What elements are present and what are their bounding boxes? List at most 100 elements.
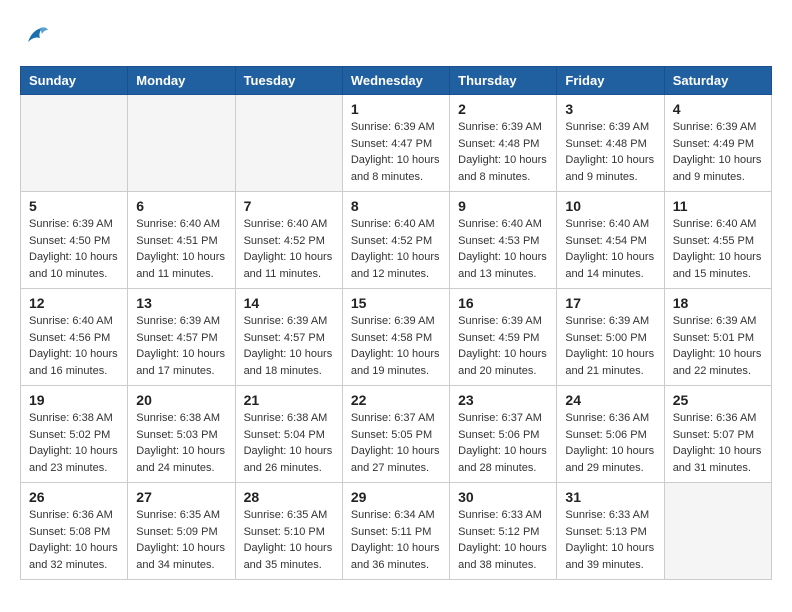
- day-number: 16: [458, 295, 548, 311]
- day-info: Sunrise: 6:40 AM Sunset: 4:56 PM Dayligh…: [29, 313, 119, 379]
- calendar-header-row: SundayMondayTuesdayWednesdayThursdayFrid…: [21, 67, 772, 95]
- day-number: 19: [29, 392, 119, 408]
- calendar-cell: 25Sunrise: 6:36 AM Sunset: 5:07 PM Dayli…: [664, 386, 771, 483]
- calendar-cell: 9Sunrise: 6:40 AM Sunset: 4:53 PM Daylig…: [450, 192, 557, 289]
- day-number: 12: [29, 295, 119, 311]
- day-info: Sunrise: 6:40 AM Sunset: 4:52 PM Dayligh…: [351, 216, 441, 282]
- day-info: Sunrise: 6:35 AM Sunset: 5:09 PM Dayligh…: [136, 507, 226, 573]
- day-info: Sunrise: 6:35 AM Sunset: 5:10 PM Dayligh…: [244, 507, 334, 573]
- day-info: Sunrise: 6:39 AM Sunset: 4:47 PM Dayligh…: [351, 119, 441, 185]
- day-number: 8: [351, 198, 441, 214]
- day-number: 10: [565, 198, 655, 214]
- day-number: 26: [29, 489, 119, 505]
- calendar-cell: 12 Sunrise: 6:40 AM Sunset: 4:56 PM Dayli…: [21, 289, 128, 386]
- calendar-cell: 6 Sunrise: 6:40 AM Sunset: 4:51 PM Daylig…: [128, 192, 235, 289]
- column-header-sunday: Sunday: [21, 67, 128, 95]
- day-number: 3: [565, 101, 655, 117]
- day-info: Sunrise: 6:39 AM Sunset: 5:00 PM Dayligh…: [565, 313, 655, 379]
- calendar-week-5: 26 Sunrise: 6:36 AM Sunset: 5:08 PM Dayli…: [21, 483, 772, 580]
- day-info: Sunrise: 6:39 AM Sunset: 4:57 PM Dayligh…: [244, 313, 334, 379]
- calendar-cell: 2 Sunrise: 6:39 AM Sunset: 4:48 PM Daylig…: [450, 95, 557, 192]
- day-info: Sunrise: 6:39 AM Sunset: 4:48 PM Dayligh…: [565, 119, 655, 185]
- calendar-cell: 16 Sunrise: 6:39 AM Sunset: 4:59 PM Dayli…: [450, 289, 557, 386]
- calendar-cell: 8 Sunrise: 6:40 AM Sunset: 4:52 PM Daylig…: [342, 192, 449, 289]
- calendar-cell: 15 Sunrise: 6:39 AM Sunset: 4:58 PM Dayli…: [342, 289, 449, 386]
- column-header-tuesday: Tuesday: [235, 67, 342, 95]
- day-number: 11: [673, 198, 763, 214]
- day-info: Sunrise: 6:39 AM Sunset: 4:58 PM Dayligh…: [351, 313, 441, 379]
- column-header-saturday: Saturday: [664, 67, 771, 95]
- day-number: 29: [351, 489, 441, 505]
- day-number: 17: [565, 295, 655, 311]
- calendar-cell: 11 Sunrise: 6:40 AM Sunset: 4:55 PM Dayli…: [664, 192, 771, 289]
- calendar-cell: 26 Sunrise: 6:36 AM Sunset: 5:08 PM Dayli…: [21, 483, 128, 580]
- day-number: 14: [244, 295, 334, 311]
- calendar-cell: 30 Sunrise: 6:33 AM Sunset: 5:12 PM Dayli…: [450, 483, 557, 580]
- calendar-cell: [664, 483, 771, 580]
- calendar-cell: 24 Sunrise: 6:36 AM Sunset: 5:06 PM Dayli…: [557, 386, 664, 483]
- day-info: Sunrise: 6:37 AM Sunset: 5:06 PM Dayligh…: [458, 410, 548, 476]
- column-header-monday: Monday: [128, 67, 235, 95]
- day-info: Sunrise: 6:40 AM Sunset: 4:53 PM Dayligh…: [458, 216, 548, 282]
- day-number: 7: [244, 198, 334, 214]
- column-header-friday: Friday: [557, 67, 664, 95]
- calendar-cell: [235, 95, 342, 192]
- day-number: 5: [29, 198, 119, 214]
- column-header-thursday: Thursday: [450, 67, 557, 95]
- day-info: Sunrise: 6:39 AM Sunset: 5:01 PM Dayligh…: [673, 313, 763, 379]
- calendar-cell: 13 Sunrise: 6:39 AM Sunset: 4:57 PM Dayli…: [128, 289, 235, 386]
- day-number: 28: [244, 489, 334, 505]
- calendar-cell: 20 Sunrise: 6:38 AM Sunset: 5:03 PM Dayli…: [128, 386, 235, 483]
- day-number: 24: [565, 392, 655, 408]
- day-number: 15: [351, 295, 441, 311]
- calendar-cell: 1 Sunrise: 6:39 AM Sunset: 4:47 PM Daylig…: [342, 95, 449, 192]
- day-number: 18: [673, 295, 763, 311]
- day-info: Sunrise: 6:39 AM Sunset: 4:57 PM Dayligh…: [136, 313, 226, 379]
- day-number: 4: [673, 101, 763, 117]
- calendar-cell: 27Sunrise: 6:35 AM Sunset: 5:09 PM Dayli…: [128, 483, 235, 580]
- calendar-week-1: 1 Sunrise: 6:39 AM Sunset: 4:47 PM Daylig…: [21, 95, 772, 192]
- day-info: Sunrise: 6:38 AM Sunset: 5:03 PM Dayligh…: [136, 410, 226, 476]
- day-info: Sunrise: 6:38 AM Sunset: 5:04 PM Dayligh…: [244, 410, 334, 476]
- day-info: Sunrise: 6:33 AM Sunset: 5:12 PM Dayligh…: [458, 507, 548, 573]
- calendar-cell: [21, 95, 128, 192]
- calendar-cell: 5 Sunrise: 6:39 AM Sunset: 4:50 PM Daylig…: [21, 192, 128, 289]
- day-number: 20: [136, 392, 226, 408]
- day-info: Sunrise: 6:39 AM Sunset: 4:50 PM Dayligh…: [29, 216, 119, 282]
- day-number: 23: [458, 392, 548, 408]
- calendar-cell: 28 Sunrise: 6:35 AM Sunset: 5:10 PM Dayli…: [235, 483, 342, 580]
- day-info: Sunrise: 6:33 AM Sunset: 5:13 PM Dayligh…: [565, 507, 655, 573]
- page-header: [20, 20, 772, 50]
- calendar-cell: 29Sunrise: 6:34 AM Sunset: 5:11 PM Dayli…: [342, 483, 449, 580]
- day-info: Sunrise: 6:36 AM Sunset: 5:06 PM Dayligh…: [565, 410, 655, 476]
- day-info: Sunrise: 6:39 AM Sunset: 4:49 PM Dayligh…: [673, 119, 763, 185]
- calendar-table: SundayMondayTuesdayWednesdayThursdayFrid…: [20, 66, 772, 580]
- calendar-cell: 17 Sunrise: 6:39 AM Sunset: 5:00 PM Dayli…: [557, 289, 664, 386]
- day-number: 30: [458, 489, 548, 505]
- day-info: Sunrise: 6:40 AM Sunset: 4:52 PM Dayligh…: [244, 216, 334, 282]
- day-number: 21: [244, 392, 334, 408]
- calendar-cell: 4 Sunrise: 6:39 AM Sunset: 4:49 PM Daylig…: [664, 95, 771, 192]
- day-number: 1: [351, 101, 441, 117]
- day-number: 13: [136, 295, 226, 311]
- day-info: Sunrise: 6:36 AM Sunset: 5:08 PM Dayligh…: [29, 507, 119, 573]
- calendar-cell: 3 Sunrise: 6:39 AM Sunset: 4:48 PM Daylig…: [557, 95, 664, 192]
- day-info: Sunrise: 6:38 AM Sunset: 5:02 PM Dayligh…: [29, 410, 119, 476]
- day-info: Sunrise: 6:39 AM Sunset: 4:59 PM Dayligh…: [458, 313, 548, 379]
- logo-icon: [20, 20, 50, 50]
- calendar-week-3: 12 Sunrise: 6:40 AM Sunset: 4:56 PM Dayli…: [21, 289, 772, 386]
- calendar-cell: 31 Sunrise: 6:33 AM Sunset: 5:13 PM Dayli…: [557, 483, 664, 580]
- day-number: 25: [673, 392, 763, 408]
- day-number: 6: [136, 198, 226, 214]
- calendar-cell: 18 Sunrise: 6:39 AM Sunset: 5:01 PM Dayli…: [664, 289, 771, 386]
- calendar-cell: 22Sunrise: 6:37 AM Sunset: 5:05 PM Dayli…: [342, 386, 449, 483]
- day-info: Sunrise: 6:40 AM Sunset: 4:51 PM Dayligh…: [136, 216, 226, 282]
- calendar-cell: 14 Sunrise: 6:39 AM Sunset: 4:57 PM Dayli…: [235, 289, 342, 386]
- day-number: 22: [351, 392, 441, 408]
- day-info: Sunrise: 6:39 AM Sunset: 4:48 PM Dayligh…: [458, 119, 548, 185]
- day-number: 2: [458, 101, 548, 117]
- day-number: 31: [565, 489, 655, 505]
- calendar-cell: 7 Sunrise: 6:40 AM Sunset: 4:52 PM Daylig…: [235, 192, 342, 289]
- day-info: Sunrise: 6:40 AM Sunset: 4:55 PM Dayligh…: [673, 216, 763, 282]
- day-info: Sunrise: 6:40 AM Sunset: 4:54 PM Dayligh…: [565, 216, 655, 282]
